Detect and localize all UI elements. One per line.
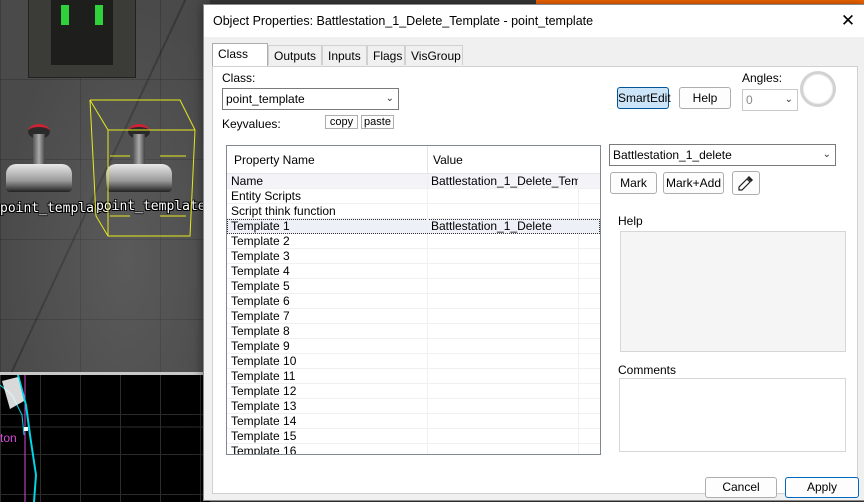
keyvalues-list[interactable]: Property Name Value Name Battlestation_1_… bbox=[226, 145, 601, 455]
map-geometry bbox=[0, 375, 210, 502]
angles-select[interactable]: 0 ⌄ bbox=[742, 89, 798, 111]
property-name-cell: Name bbox=[231, 174, 264, 188]
smartedit-button[interactable]: SmartEdit bbox=[617, 87, 671, 109]
value-select[interactable]: Battlestation_1_delete ⌄ bbox=[609, 144, 836, 166]
property-name-cell: Script think function bbox=[231, 204, 336, 218]
paste-button[interactable]: paste bbox=[361, 115, 394, 129]
angle-dial[interactable] bbox=[800, 71, 836, 107]
table-row[interactable]: Template 13 bbox=[227, 399, 600, 414]
property-name-cell: Template 2 bbox=[231, 234, 290, 248]
angles-value: 0 bbox=[746, 93, 753, 107]
class-select[interactable]: point_template ⌄ bbox=[222, 88, 399, 110]
column-header-value[interactable]: Value bbox=[433, 153, 463, 167]
list-header: Property Name Value bbox=[227, 146, 600, 174]
class-label: Class: bbox=[222, 71, 256, 85]
keyvalue-rows: Name Battlestation_1_Delete_Templa Entity … bbox=[227, 174, 600, 455]
title-bar: Object Properties: Battlestation_1_Delet… bbox=[204, 5, 864, 37]
chevron-down-icon: ⌄ bbox=[385, 93, 394, 104]
property-name-cell: Template 5 bbox=[231, 279, 290, 293]
table-row[interactable]: Name Battlestation_1_Delete_Templa bbox=[227, 174, 600, 189]
tab-flags[interactable]: Flags bbox=[367, 45, 405, 65]
table-row[interactable]: Template 7 bbox=[227, 309, 600, 324]
property-name-cell: Entity Scripts bbox=[231, 189, 302, 203]
property-name-cell: Template 6 bbox=[231, 294, 290, 308]
eyedropper-button[interactable] bbox=[732, 171, 760, 195]
property-name-cell: Template 16 bbox=[231, 444, 297, 455]
table-row[interactable]: Template 2 bbox=[227, 234, 600, 249]
table-row[interactable]: Template 3 bbox=[227, 249, 600, 264]
property-name-cell: Template 15 bbox=[231, 429, 297, 443]
table-row[interactable]: Template 5 bbox=[227, 279, 600, 294]
property-value-cell: Battlestation_1_Delete bbox=[431, 219, 552, 233]
close-icon[interactable]: ✕ bbox=[837, 10, 859, 32]
object-properties-dialog: Object Properties: Battlestation_1_Delet… bbox=[203, 4, 864, 501]
copy-button[interactable]: copy bbox=[325, 115, 358, 129]
property-name-cell: Template 14 bbox=[231, 414, 297, 428]
table-row[interactable]: Template 8 bbox=[227, 324, 600, 339]
property-name-cell: Template 7 bbox=[231, 309, 290, 323]
comments-label: Comments bbox=[618, 363, 677, 377]
tab-visgroup[interactable]: VisGroup bbox=[405, 45, 463, 65]
class-value: point_template bbox=[226, 92, 305, 106]
help-button[interactable]: Help bbox=[679, 87, 731, 109]
tab-inputs[interactable]: Inputs bbox=[322, 45, 367, 65]
apply-button[interactable]: Apply bbox=[785, 477, 859, 498]
table-row[interactable]: Template 6 bbox=[227, 294, 600, 309]
property-value-cell: Battlestation_1_Delete_Templa bbox=[431, 174, 578, 188]
mark-button[interactable]: Mark bbox=[610, 172, 657, 194]
chevron-down-icon: ⌄ bbox=[784, 94, 793, 105]
column-header-property-name[interactable]: Property Name bbox=[234, 153, 315, 167]
viewport-2d[interactable]: ton bbox=[0, 372, 210, 502]
tab-outputs[interactable]: Outputs bbox=[268, 45, 322, 65]
help-section-label: Help bbox=[618, 214, 643, 228]
property-name-cell: Template 10 bbox=[231, 354, 297, 368]
property-name-cell: Template 8 bbox=[231, 324, 290, 338]
angles-label: Angles: bbox=[742, 71, 783, 85]
table-row[interactable]: Template 14 bbox=[227, 414, 600, 429]
viewport-3d[interactable]: point_template point_template bbox=[0, 0, 210, 372]
table-row[interactable]: Template 9 bbox=[227, 339, 600, 354]
property-name-cell: Template 11 bbox=[231, 369, 296, 383]
table-row[interactable]: Template 15 bbox=[227, 429, 600, 444]
dialog-title: Object Properties: Battlestation_1_Delet… bbox=[213, 14, 594, 28]
mark-add-button[interactable]: Mark+Add bbox=[663, 172, 724, 194]
selection-wireframe bbox=[89, 99, 196, 237]
property-name-cell: Template 4 bbox=[231, 264, 290, 278]
eyedropper-icon bbox=[738, 176, 753, 191]
table-row[interactable]: Template 12 bbox=[227, 384, 600, 399]
help-text-box bbox=[620, 231, 846, 352]
property-name-cell: Template 1 bbox=[231, 219, 290, 233]
entity-name-partial: ton bbox=[0, 431, 17, 445]
chevron-down-icon: ⌄ bbox=[822, 149, 831, 160]
keyvalues-label: Keyvalues: bbox=[222, 117, 281, 131]
property-name-cell: Template 13 bbox=[231, 399, 297, 413]
property-name-cell: Template 9 bbox=[231, 339, 290, 353]
tab-class-info[interactable]: Class Info bbox=[212, 43, 268, 81]
table-row[interactable]: Template 1 Battlestation_1_Delete bbox=[227, 219, 600, 234]
table-row[interactable]: Script think function bbox=[227, 204, 600, 219]
value-combo-text: Battlestation_1_delete bbox=[613, 148, 732, 162]
table-row[interactable]: Entity Scripts bbox=[227, 189, 600, 204]
table-row[interactable]: Template 16 bbox=[227, 444, 600, 455]
cancel-button[interactable]: Cancel bbox=[705, 477, 777, 498]
property-name-cell: Template 3 bbox=[231, 249, 290, 263]
table-row[interactable]: Template 10 bbox=[227, 354, 600, 369]
property-name-cell: Template 12 bbox=[231, 384, 297, 398]
comments-textarea[interactable] bbox=[619, 378, 846, 452]
table-row[interactable]: Template 11 bbox=[227, 369, 600, 384]
table-row[interactable]: Template 4 bbox=[227, 264, 600, 279]
